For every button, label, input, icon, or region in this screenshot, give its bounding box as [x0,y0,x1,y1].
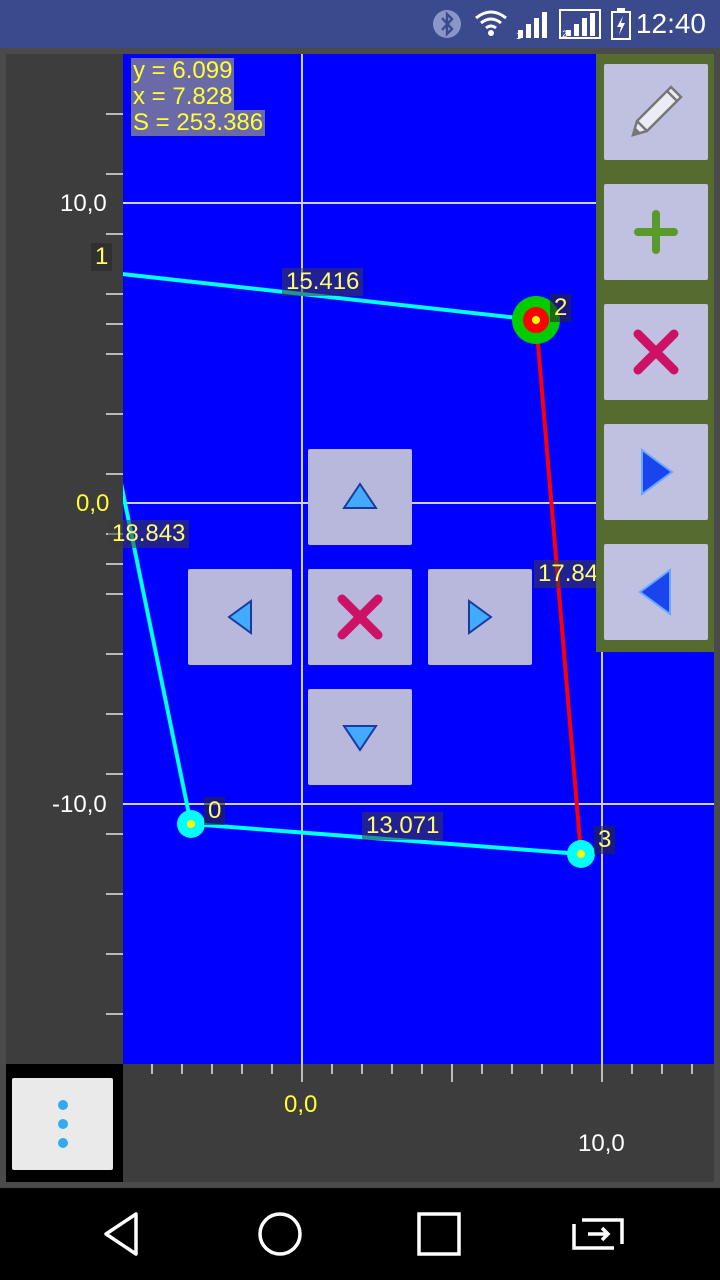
segment-label-1-2: 15.416 [282,268,364,296]
edit-button[interactable] [604,64,708,160]
back-button[interactable] [96,1208,152,1260]
wifi-icon [474,8,508,44]
polygon-vertex-3[interactable] [567,840,595,868]
point-label-2: 2 [550,294,572,322]
previous-point-button[interactable] [604,544,708,640]
screen-switch-button[interactable] [568,1208,624,1260]
arrow-right-icon [468,599,493,635]
right-toolbar [596,54,714,652]
svg-text:1: 1 [516,31,521,40]
recents-icon [417,1212,461,1256]
home-icon [258,1212,302,1256]
next-icon [641,448,674,496]
move-down-button[interactable] [308,689,412,785]
move-right-button[interactable] [428,569,532,665]
x-axis-ticks [151,1064,693,1082]
arrow-down-icon [342,725,378,752]
more-vertical-icon [58,1100,68,1148]
signal-sim1-icon: 1 [514,8,554,44]
add-point-button[interactable] [604,184,708,280]
clock: 12:40 [635,8,706,39]
recents-button[interactable] [410,1208,466,1260]
previous-icon [638,568,671,616]
signal-sim2-icon: 2 [558,8,602,44]
bluetooth-icon [432,8,462,44]
navigation-bar [0,1188,720,1280]
svg-text:2: 2 [562,29,567,39]
x-tick-label-10: 10,0 [578,1130,625,1157]
y-tick-label-10: 10,0 [60,190,107,217]
y-readout: y = 6.099 [131,57,235,84]
move-left-button[interactable] [188,569,292,665]
coordinate-readout: y = 6.099 x = 7.828 S = 253.386 [131,57,266,136]
status-bar: 1 2 12:40 [0,0,720,48]
segment-label-0-1: 18.843 [108,520,190,548]
x-readout: x = 7.828 [131,83,235,110]
y-tick-label-0: 0,0 [76,490,110,517]
x-tick-label-0: 0,0 [284,1091,318,1118]
polygon-vertex-0[interactable] [177,810,205,838]
back-icon [104,1212,138,1256]
area-readout: S = 253.386 [131,109,266,136]
segment-label-3-0: 13.071 [362,812,444,840]
x-axis-panel [123,1064,714,1182]
pad-delete-button[interactable] [308,569,412,665]
delete-icon [337,594,383,640]
arrow-left-icon [227,599,252,635]
point-label-3: 3 [594,826,616,854]
arrow-up-icon [342,482,378,509]
screen-switch-icon [572,1218,624,1250]
y-tick-label-minus10: -10,0 [52,791,107,818]
plus-icon [634,210,678,254]
overflow-menu-button[interactable] [12,1078,113,1170]
move-up-button[interactable] [308,449,412,545]
point-label-0: 0 [204,797,226,825]
next-point-button[interactable] [604,424,708,520]
battery-charging-icon [610,8,632,44]
home-button[interactable] [252,1208,308,1260]
point-label-1: 1 [91,243,113,271]
pencil-icon [631,85,683,137]
delete-point-button[interactable] [604,304,708,400]
delete-icon [633,329,679,375]
